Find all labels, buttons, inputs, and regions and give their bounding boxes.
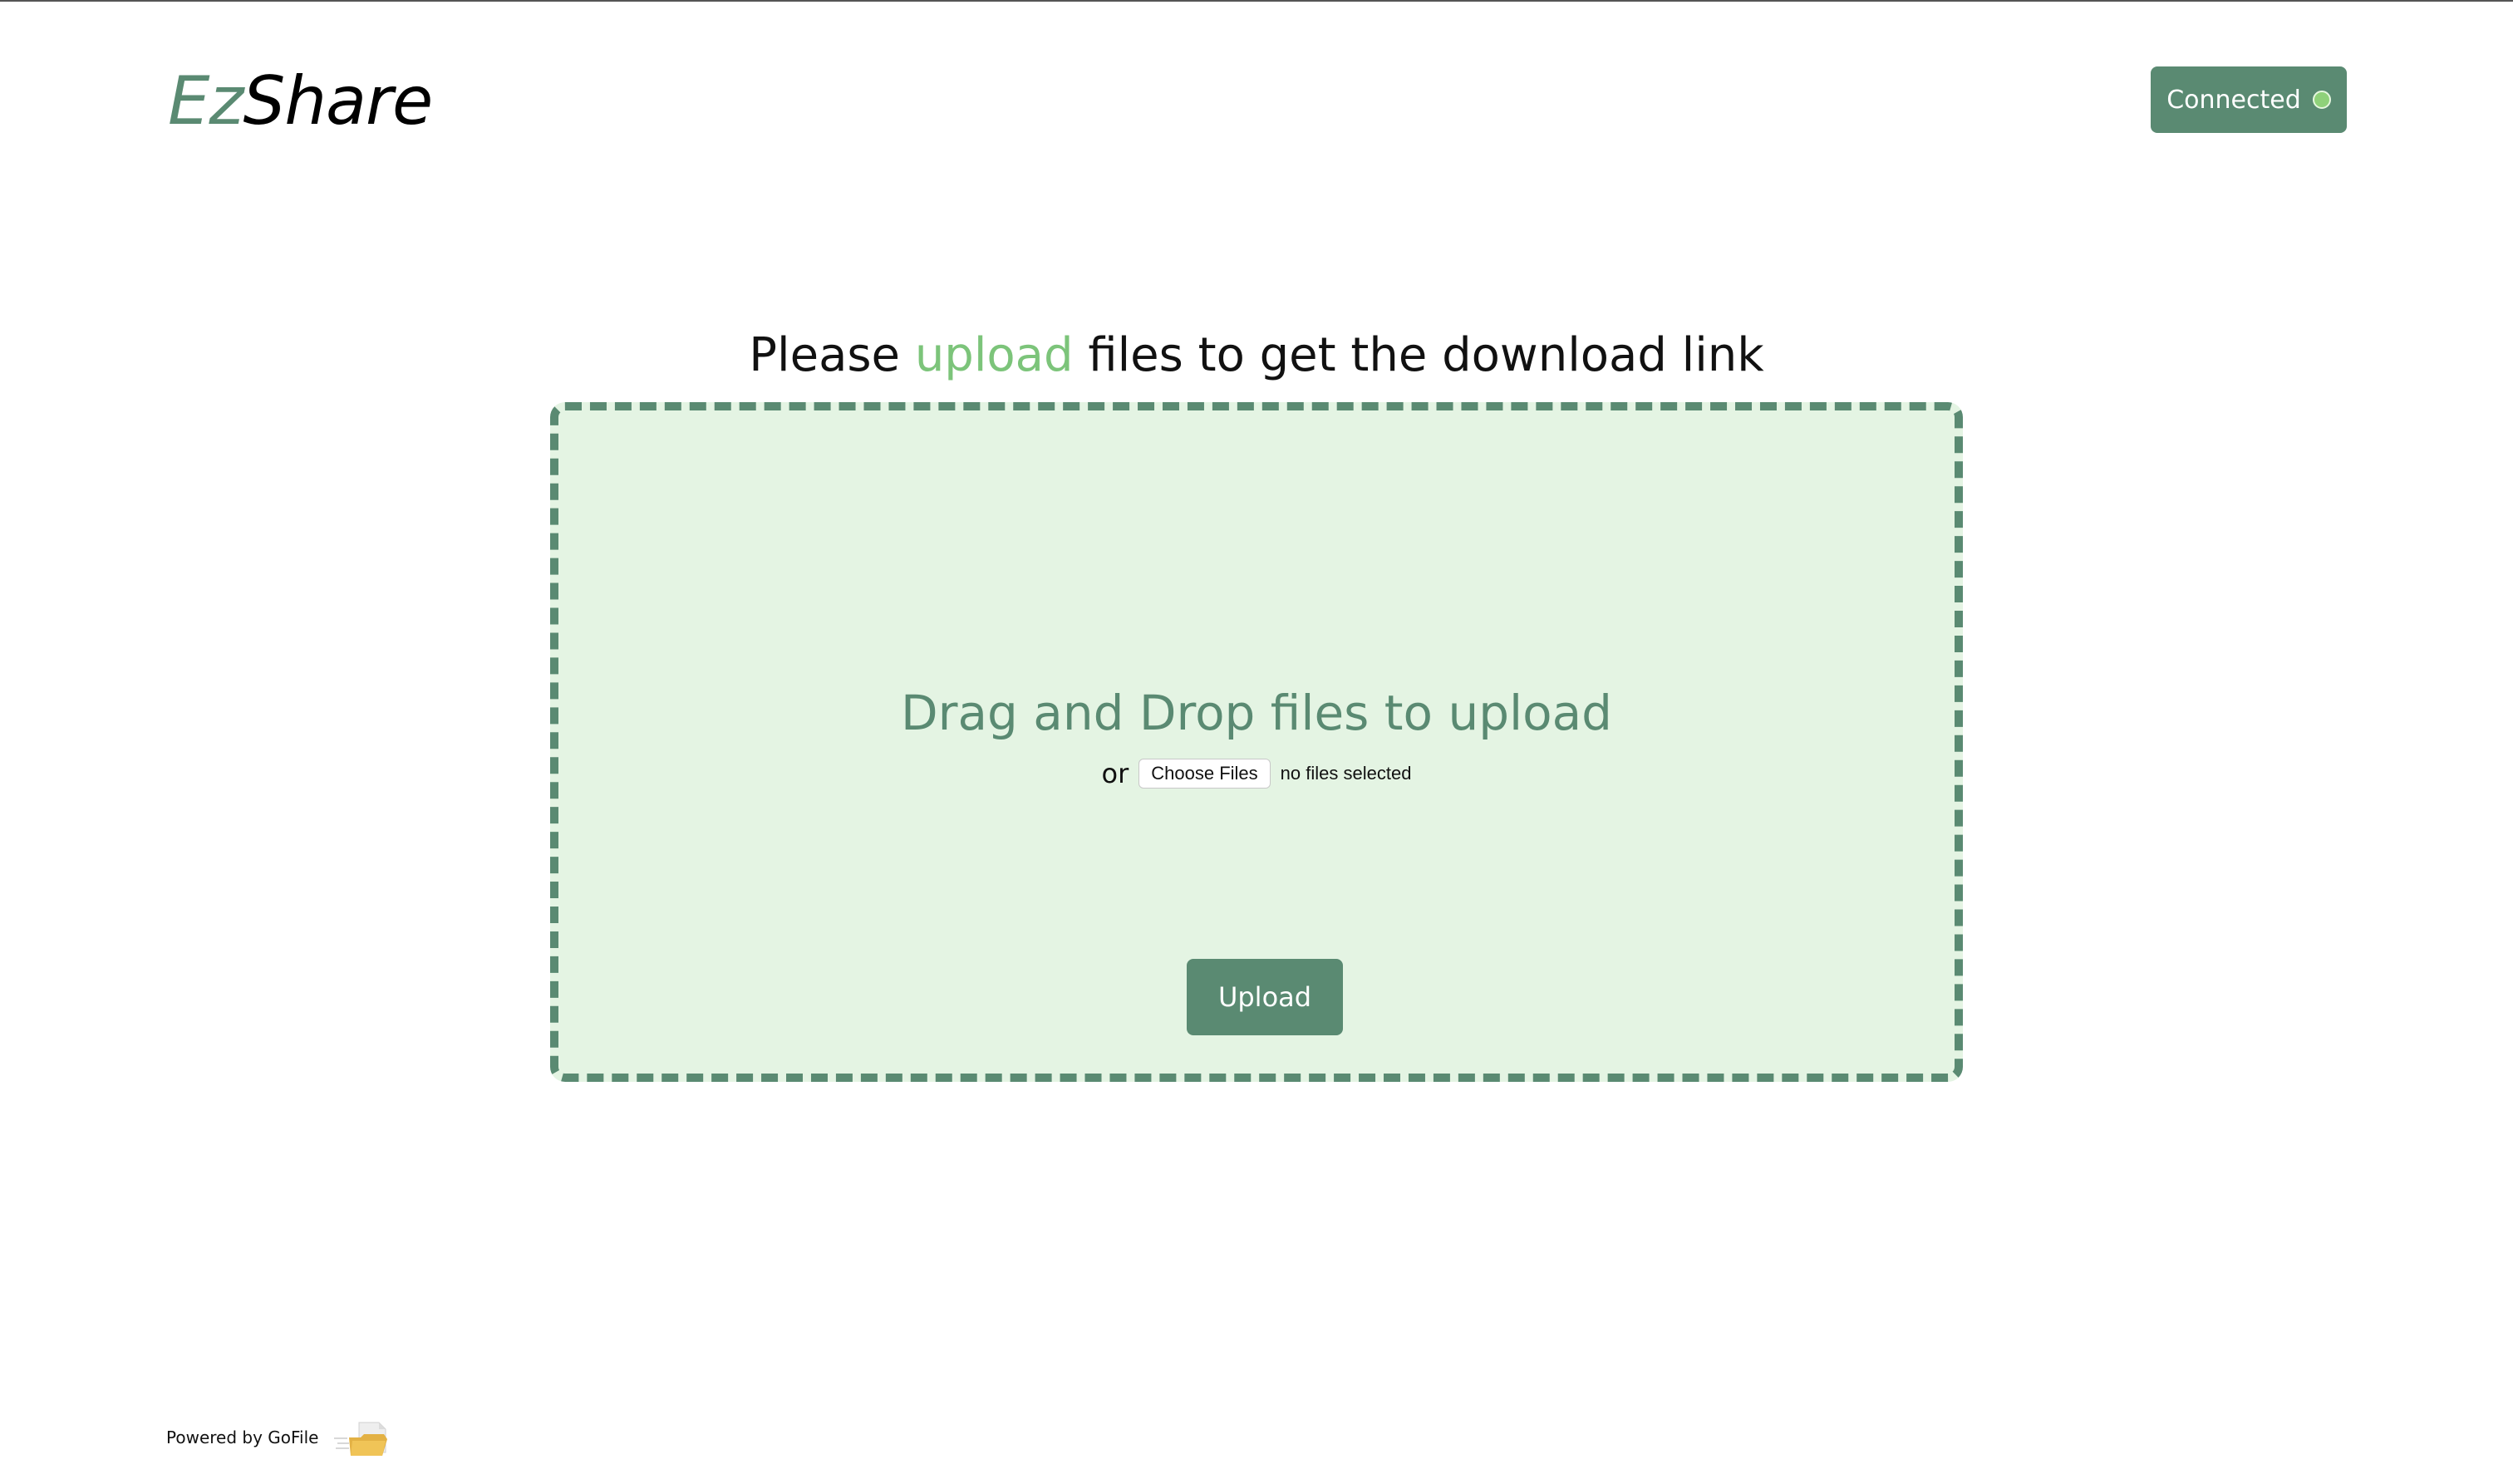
file-selection-status: no files selected xyxy=(1280,763,1412,784)
speed-lines xyxy=(334,1437,349,1449)
heading-prefix: Please xyxy=(749,328,915,382)
app-logo[interactable]: EzShare xyxy=(168,60,434,143)
gofile-folder-icon xyxy=(334,1422,387,1456)
page-heading: Please upload files to get the download … xyxy=(0,322,2513,389)
connection-status-label: Connected xyxy=(2166,85,2301,115)
file-drop-zone[interactable]: Drag and Drop files to upload or Choose … xyxy=(550,402,1963,1082)
file-picker-row: or Choose Files no files selected xyxy=(558,758,1955,789)
status-dot-icon xyxy=(2312,91,2331,109)
powered-by-text: Powered by GoFile xyxy=(166,1427,319,1447)
upload-button[interactable]: Upload xyxy=(1187,959,1343,1035)
logo-ez: Ez xyxy=(168,62,244,140)
choose-files-button[interactable]: Choose Files xyxy=(1138,759,1271,789)
connection-status-button[interactable]: Connected xyxy=(2151,66,2347,133)
heading-suffix: files to get the download link xyxy=(1073,328,1764,382)
drop-zone-title: Drag and Drop files to upload xyxy=(900,685,1612,741)
heading-accent: upload xyxy=(914,328,1074,382)
logo-share: Share xyxy=(243,62,434,140)
or-label: or xyxy=(1101,758,1129,789)
